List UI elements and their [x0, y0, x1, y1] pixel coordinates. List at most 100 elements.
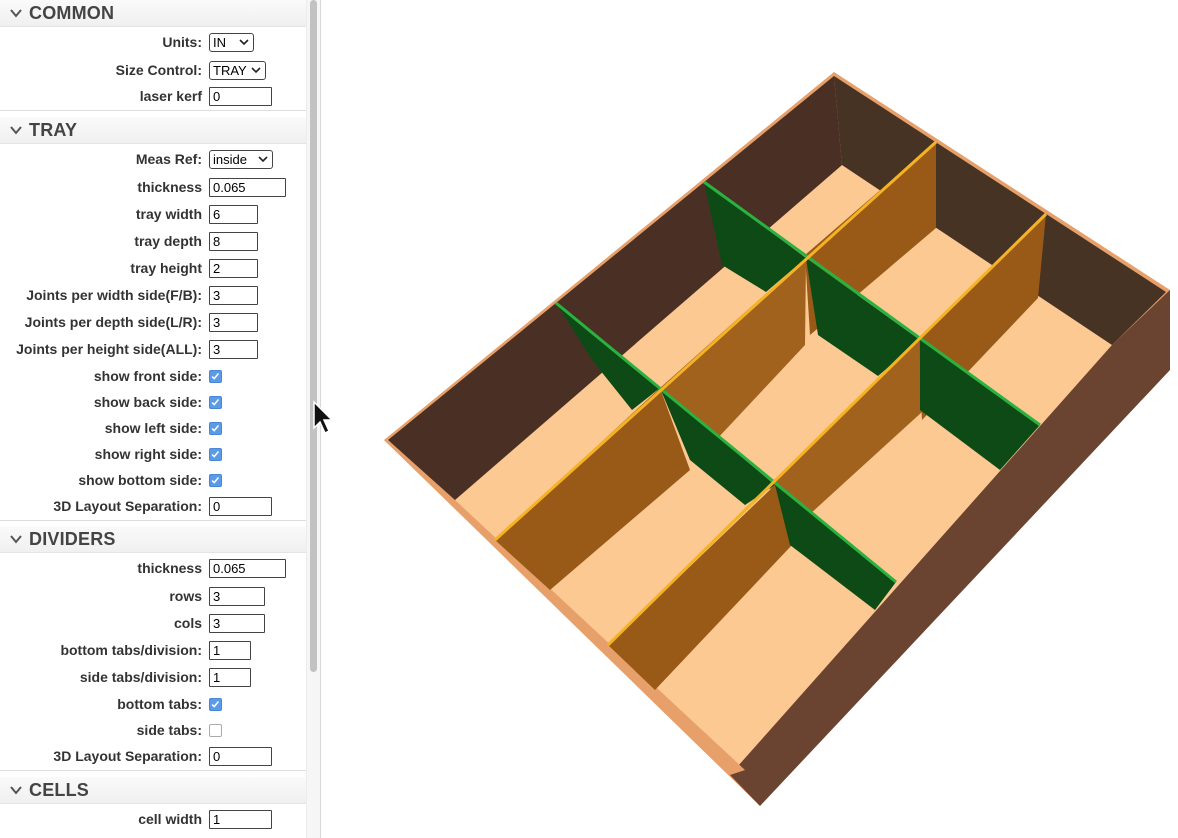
- side-tabs-division-label: side tabs/division:: [79, 669, 202, 685]
- tray-width-input[interactable]: [209, 205, 258, 224]
- tray-separation-row: 3D Layout Separation:: [0, 493, 306, 520]
- chevron-down-icon: [258, 156, 268, 163]
- rows-row: rows: [0, 583, 306, 610]
- show-left-label: show left side:: [104, 420, 202, 436]
- panel-scrollbar-thumb[interactable]: [310, 0, 317, 672]
- show-bottom-label: show bottom side:: [78, 472, 202, 488]
- divider-separation-input[interactable]: [209, 747, 272, 766]
- joints-width-input[interactable]: [209, 286, 258, 305]
- checkmark-icon: [211, 701, 220, 708]
- mouse-pointer-icon: [313, 400, 334, 435]
- size-control-select[interactable]: TRAY: [209, 61, 266, 80]
- bottom-tabs-label: bottom tabs:: [117, 696, 202, 712]
- joints-depth-label: Joints per depth side(L/R):: [24, 314, 202, 330]
- chevron-down-icon: [10, 786, 22, 795]
- side-tabs-division-row: side tabs/division:: [0, 664, 306, 691]
- show-right-row: show right side:: [0, 441, 306, 467]
- size-control-row: Size Control: TRAY: [0, 57, 306, 83]
- chevron-down-icon: [10, 9, 22, 18]
- meas-ref-label: Meas Ref:: [135, 151, 202, 167]
- cell-width-input[interactable]: [209, 810, 272, 829]
- checkmark-icon: [211, 425, 220, 432]
- joints-depth-row: Joints per depth side(L/R):: [0, 309, 306, 336]
- section-header-tray[interactable]: TRAY: [0, 117, 306, 144]
- section-title-common: COMMON: [29, 2, 115, 23]
- laser-kerf-label: laser kerf: [139, 88, 202, 104]
- divider-thickness-row: thickness: [0, 553, 306, 583]
- bottom-tabs-checkbox[interactable]: [209, 698, 222, 711]
- chevron-down-icon: [10, 126, 22, 135]
- cell-width-label: cell width: [138, 811, 202, 827]
- units-row: Units: IN: [0, 27, 306, 57]
- bottom-tabs-row: bottom tabs:: [0, 691, 306, 717]
- section-title-cells: CELLS: [29, 779, 90, 800]
- show-back-checkbox[interactable]: [209, 396, 222, 409]
- settings-panel: COMMON Units: IN Size Control: TRAY lase…: [0, 0, 306, 838]
- section-header-cells[interactable]: CELLS: [0, 777, 306, 804]
- show-back-row: show back side:: [0, 389, 306, 415]
- tray-width-label: tray width: [135, 206, 202, 222]
- cols-row: cols: [0, 610, 306, 637]
- show-back-label: show back side:: [93, 394, 202, 410]
- tray-3d-render[interactable]: [322, 0, 1178, 838]
- side-tabs-checkbox[interactable]: [209, 724, 222, 737]
- show-bottom-checkbox[interactable]: [209, 474, 222, 487]
- show-front-checkbox[interactable]: [209, 370, 222, 383]
- section-header-dividers[interactable]: DIVIDERS: [0, 526, 306, 553]
- divider-thickness-label: thickness: [137, 560, 202, 576]
- tray-depth-label: tray depth: [134, 233, 202, 249]
- size-control-label: Size Control:: [115, 62, 202, 78]
- rows-input[interactable]: [209, 587, 265, 606]
- chevron-down-icon: [239, 39, 249, 46]
- divider-separation-label: 3D Layout Separation:: [53, 748, 202, 764]
- bottom-tabs-division-row: bottom tabs/division:: [0, 637, 306, 664]
- side-tabs-row: side tabs:: [0, 717, 306, 743]
- section-divider: [0, 770, 306, 777]
- chevron-down-icon: [251, 67, 261, 74]
- meas-ref-row: Meas Ref: inside: [0, 144, 306, 174]
- cell-width-row: cell width: [0, 804, 306, 834]
- tray-depth-row: tray depth: [0, 228, 306, 255]
- joints-height-label: Joints per height side(ALL):: [16, 341, 202, 357]
- section-divider: [0, 110, 306, 117]
- show-left-checkbox[interactable]: [209, 422, 222, 435]
- show-bottom-row: show bottom side:: [0, 467, 306, 493]
- cell-depth-row: [0, 834, 306, 838]
- cols-input[interactable]: [209, 614, 265, 633]
- section-title-dividers: DIVIDERS: [29, 528, 116, 549]
- show-right-label: show right side:: [94, 446, 202, 462]
- section-header-common[interactable]: COMMON: [0, 0, 306, 27]
- tray-separation-input[interactable]: [209, 497, 272, 516]
- cols-label: cols: [173, 615, 202, 631]
- tray-height-row: tray height: [0, 255, 306, 282]
- joints-width-label: Joints per width side(F/B):: [26, 287, 202, 303]
- tray-separation-label: 3D Layout Separation:: [53, 498, 202, 514]
- tray-thickness-input[interactable]: [209, 178, 286, 197]
- units-select[interactable]: IN: [209, 33, 254, 52]
- divider-thickness-input[interactable]: [209, 559, 286, 578]
- section-title-tray: TRAY: [29, 119, 78, 140]
- divider-separation-row: 3D Layout Separation:: [0, 743, 306, 770]
- tray-width-row: tray width: [0, 201, 306, 228]
- show-left-row: show left side:: [0, 415, 306, 441]
- tray-thickness-row: thickness: [0, 174, 306, 201]
- show-right-checkbox[interactable]: [209, 448, 222, 461]
- checkmark-icon: [211, 373, 220, 380]
- checkmark-icon: [211, 477, 220, 484]
- tray-height-label: tray height: [130, 260, 202, 276]
- rows-label: rows: [169, 588, 202, 604]
- show-front-row: show front side:: [0, 363, 306, 389]
- bottom-tabs-division-label: bottom tabs/division:: [60, 642, 202, 658]
- tray-depth-input[interactable]: [209, 232, 258, 251]
- 3d-viewport[interactable]: [322, 0, 1178, 838]
- side-tabs-division-input[interactable]: [209, 668, 251, 687]
- joints-depth-input[interactable]: [209, 313, 258, 332]
- tray-height-input[interactable]: [209, 259, 258, 278]
- joints-height-row: Joints per height side(ALL):: [0, 336, 306, 363]
- tray-thickness-label: thickness: [137, 179, 202, 195]
- meas-ref-select[interactable]: inside: [209, 150, 273, 169]
- checkmark-icon: [211, 399, 220, 406]
- laser-kerf-input[interactable]: [209, 87, 272, 106]
- joints-height-input[interactable]: [209, 340, 258, 359]
- bottom-tabs-division-input[interactable]: [209, 641, 251, 660]
